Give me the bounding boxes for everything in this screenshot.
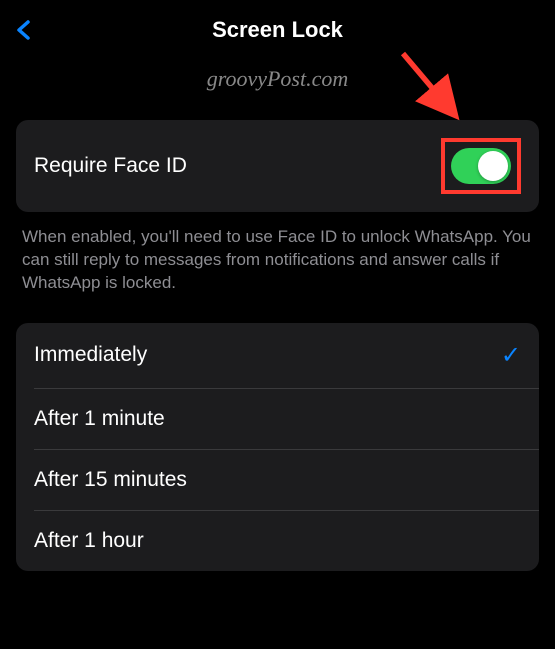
toggle-highlight-box	[441, 138, 521, 194]
time-option-label: After 1 minute	[34, 407, 165, 431]
watermark: groovyPost.com	[0, 66, 555, 92]
page-title: Screen Lock	[212, 17, 343, 43]
time-option-1-minute[interactable]: After 1 minute	[16, 389, 539, 449]
chevron-left-icon	[12, 16, 36, 44]
toggle-knob	[478, 151, 508, 181]
time-option-label: Immediately	[34, 343, 147, 367]
time-options-list: Immediately ✓ After 1 minute After 15 mi…	[16, 323, 539, 571]
time-option-immediately[interactable]: Immediately ✓	[16, 323, 539, 388]
face-id-description: When enabled, you'll need to use Face ID…	[22, 226, 533, 295]
require-face-id-row: Require Face ID	[16, 120, 539, 212]
time-option-1-hour[interactable]: After 1 hour	[16, 511, 539, 571]
back-button[interactable]	[12, 16, 40, 44]
time-option-15-minutes[interactable]: After 15 minutes	[16, 450, 539, 510]
time-option-label: After 1 hour	[34, 529, 144, 553]
header: Screen Lock	[0, 0, 555, 60]
time-option-label: After 15 minutes	[34, 468, 187, 492]
require-face-id-toggle[interactable]	[451, 148, 511, 184]
require-face-id-label: Require Face ID	[34, 154, 187, 178]
checkmark-icon: ✓	[501, 341, 521, 370]
